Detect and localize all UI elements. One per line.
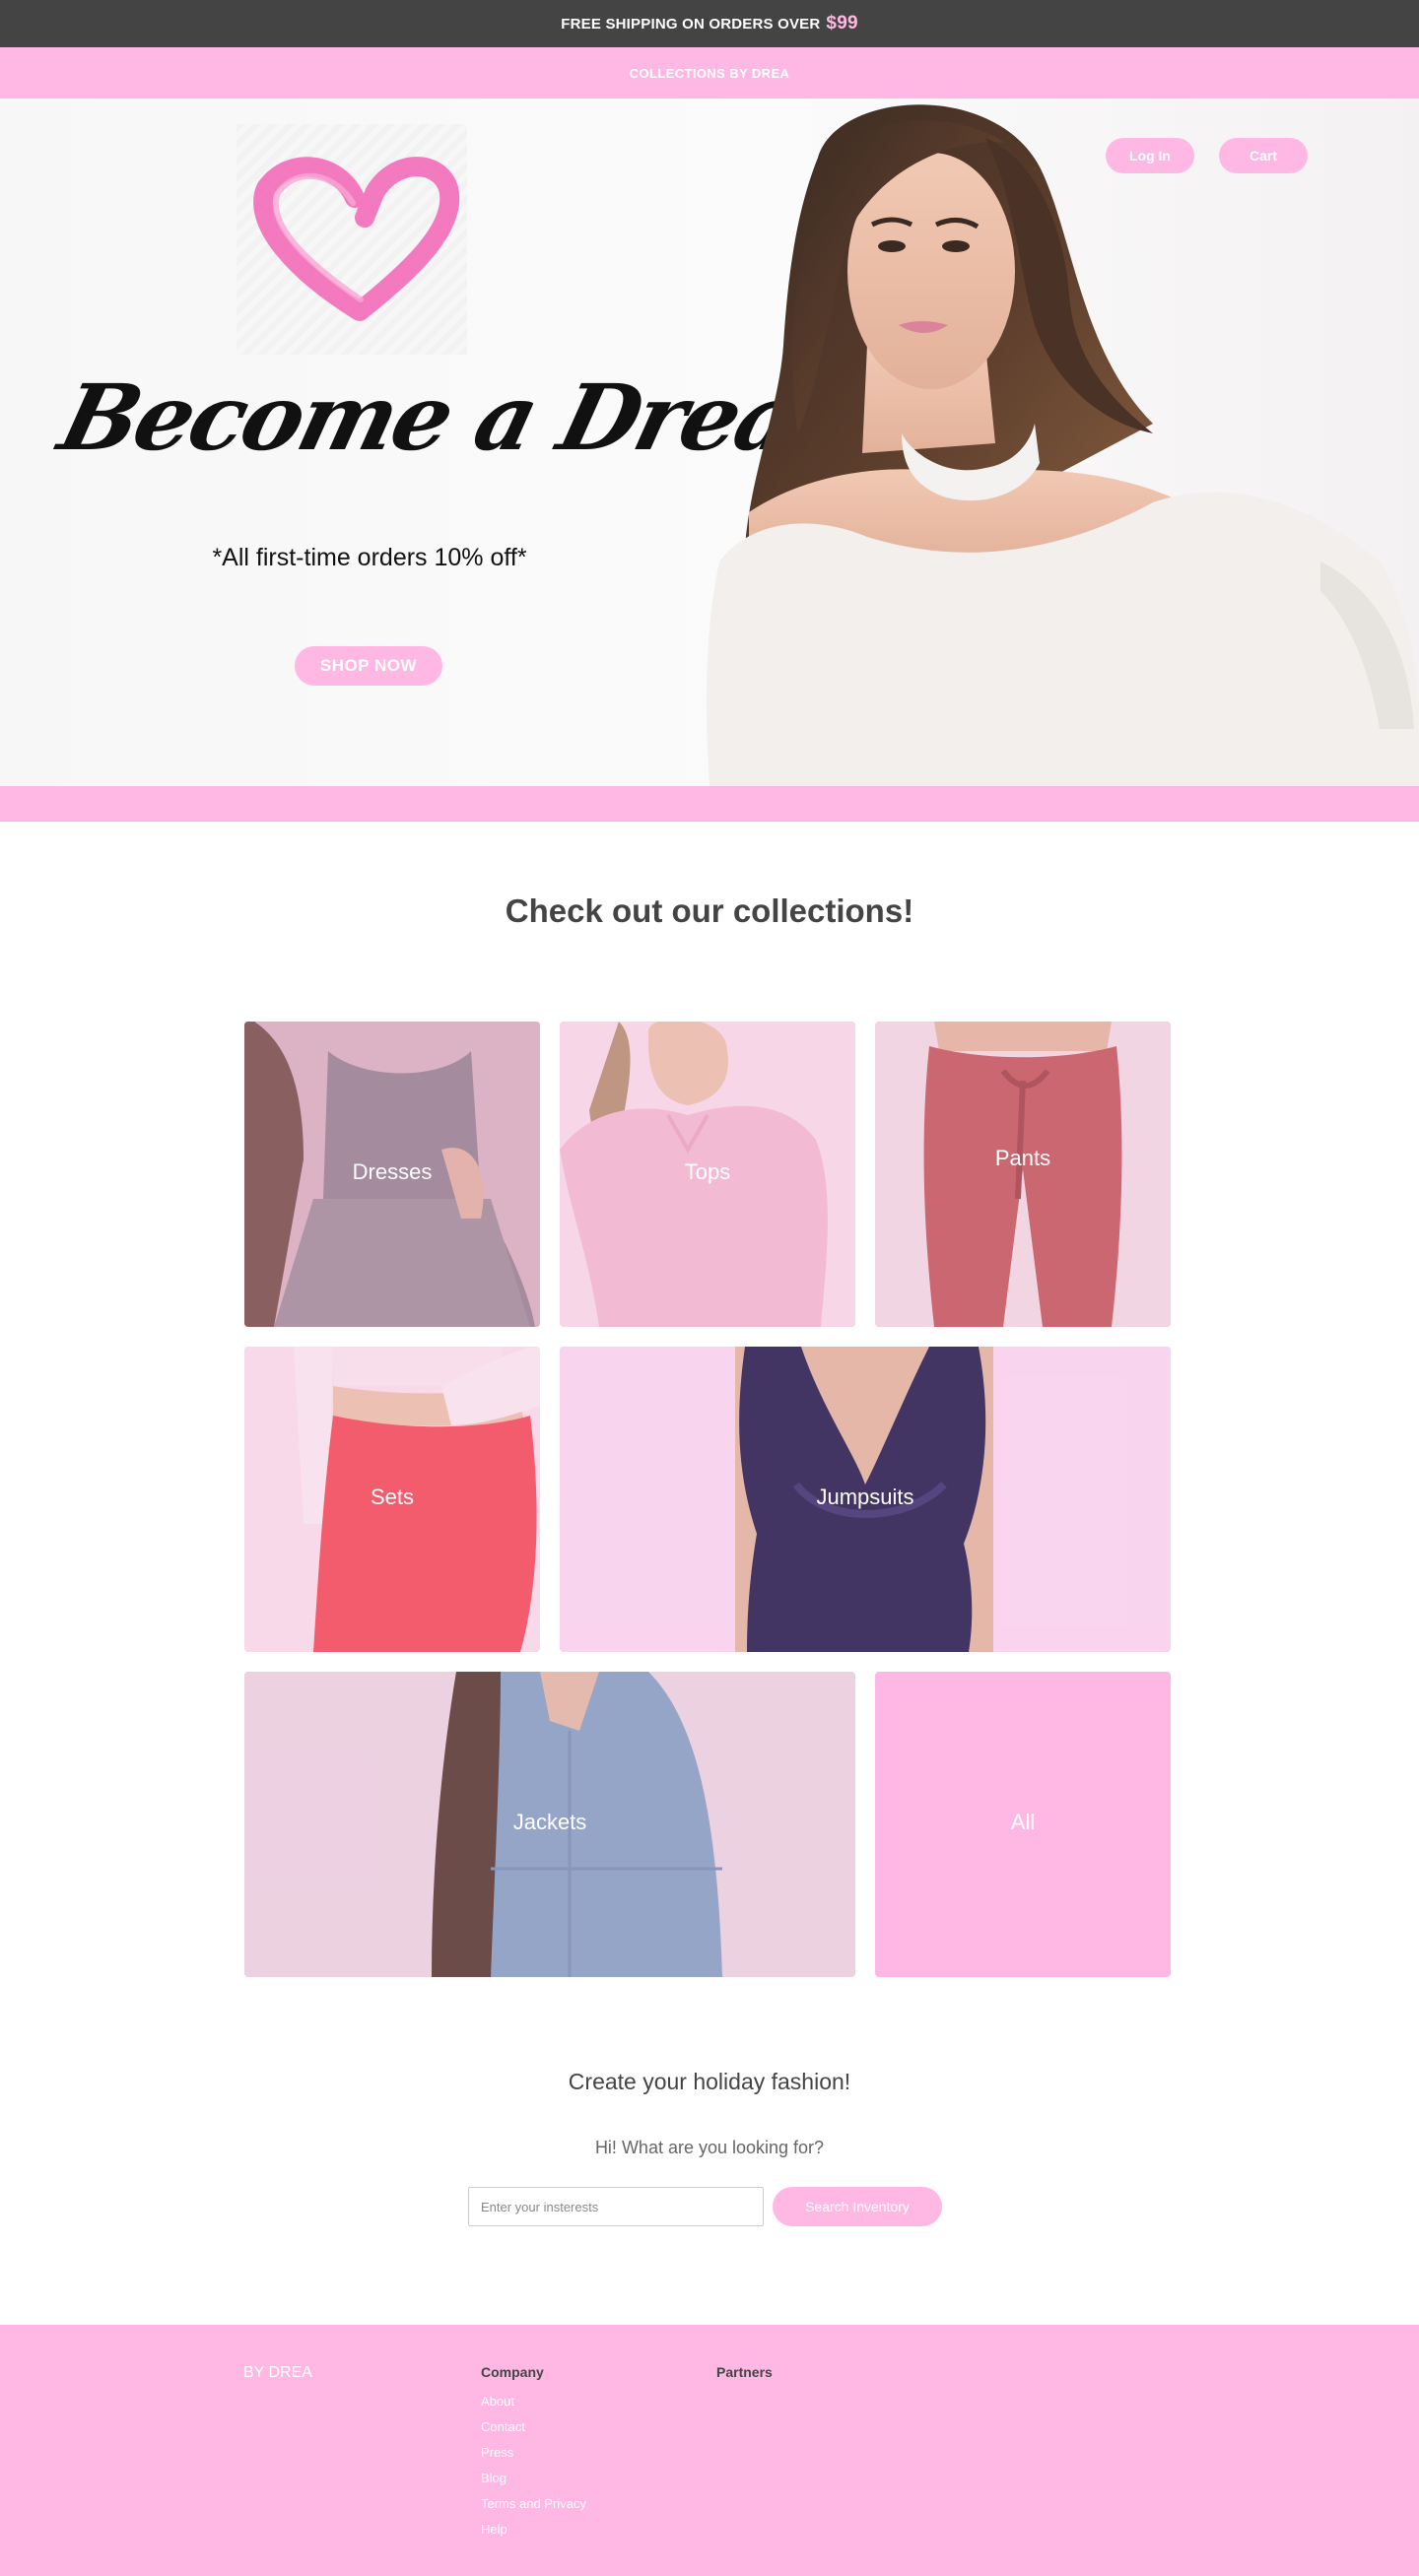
- hero-subtitle: *All first-time orders 10% off*: [212, 544, 527, 571]
- collection-tile-all[interactable]: All: [875, 1672, 1171, 1977]
- footer-partners-column: Partners: [716, 2364, 773, 2394]
- collections-title: Check out our collections!: [505, 892, 914, 929]
- shop-now-button[interactable]: SHOP NOW: [295, 646, 442, 686]
- tile-label-sets: Sets: [370, 1485, 415, 1509]
- shipping-banner: FREE SHIPPING ON ORDERS OVER $99: [0, 0, 1419, 47]
- holiday-heading: Create your holiday fashion!: [568, 2069, 851, 2094]
- brand-bar-text: COLLECTIONS BY DREA: [629, 65, 790, 81]
- footer: BY DREA Company About Contact Press Blog…: [0, 2325, 1419, 2576]
- footer-link-blog[interactable]: Blog: [481, 2471, 586, 2496]
- hero-model-image: [707, 104, 1419, 786]
- collection-tile-dresses[interactable]: Dresses: [244, 1022, 540, 1327]
- brand-bar: COLLECTIONS BY DREA: [0, 47, 1419, 99]
- collection-tile-sets[interactable]: Sets: [244, 1347, 540, 1652]
- tile-label-jackets: Jackets: [512, 1810, 587, 1834]
- collection-tile-jackets[interactable]: Jackets: [244, 1672, 855, 1977]
- hero-bottom-band: [0, 786, 1419, 822]
- tile-label-jumpsuits: Jumpsuits: [816, 1485, 914, 1509]
- footer-company-heading: Company: [481, 2364, 544, 2380]
- heart-logo: [236, 124, 467, 355]
- tile-label-all: All: [1010, 1810, 1036, 1834]
- cart-button[interactable]: Cart: [1219, 138, 1308, 173]
- footer-brand: BY DREA: [243, 2364, 312, 2381]
- footer-link-about[interactable]: About: [481, 2394, 586, 2419]
- shipping-banner-text: FREE SHIPPING ON ORDERS OVER: [561, 15, 821, 33]
- search-inventory-button[interactable]: Search Inventory: [773, 2187, 942, 2226]
- collection-tile-jumpsuits[interactable]: Jumpsuits: [560, 1347, 1171, 1652]
- collection-tile-tops[interactable]: Tops: [560, 1022, 855, 1327]
- heart-icon: [253, 157, 460, 321]
- hero-section: Become a Drea Doll *All first-time order…: [0, 99, 1419, 786]
- footer-link-press[interactable]: Press: [481, 2445, 586, 2471]
- footer-link-contact[interactable]: Contact: [481, 2419, 586, 2445]
- interests-search-input[interactable]: [468, 2187, 764, 2226]
- footer-link-terms[interactable]: Terms and Privacy: [481, 2496, 586, 2522]
- collection-tile-pants[interactable]: Pants: [875, 1022, 1171, 1327]
- tile-label-tops: Tops: [684, 1159, 731, 1184]
- tile-label-dresses: Dresses: [352, 1159, 433, 1184]
- tile-overlay: [875, 1022, 1171, 1327]
- footer-link-help[interactable]: Help: [481, 2522, 586, 2547]
- shipping-threshold-price: $99: [826, 13, 858, 33]
- footer-partners-heading: Partners: [716, 2364, 773, 2380]
- login-button[interactable]: Log In: [1106, 138, 1194, 173]
- tile-label-pants: Pants: [994, 1146, 1051, 1170]
- footer-company-column: Company About Contact Press Blog Terms a…: [481, 2364, 586, 2547]
- search-prompt: Hi! What are you looking for?: [594, 2138, 825, 2157]
- hero-title: Become a Drea Doll: [49, 364, 1032, 471]
